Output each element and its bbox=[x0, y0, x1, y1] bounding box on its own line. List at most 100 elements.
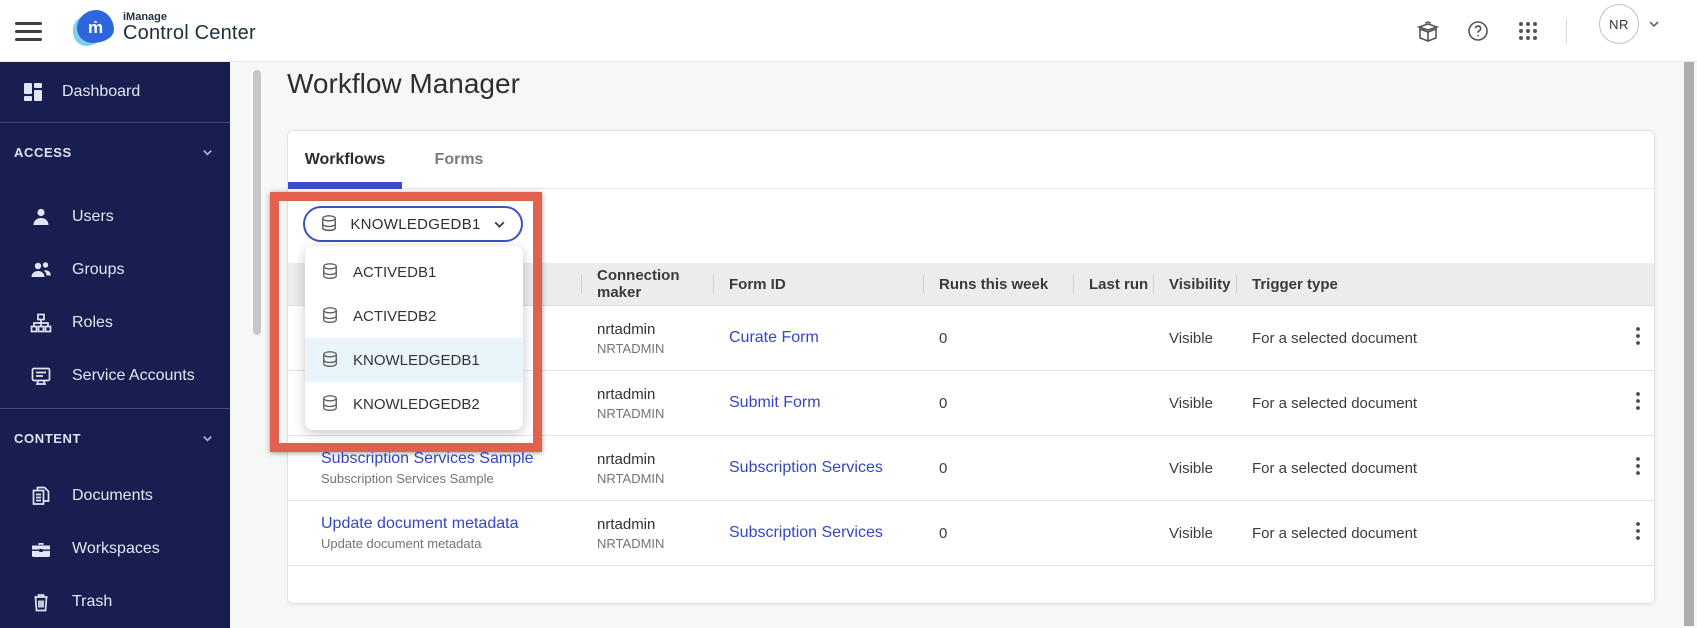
roles-hierarchy-icon bbox=[30, 313, 52, 332]
app-logo: ṁ iManage Control Center bbox=[73, 7, 256, 49]
form-id-cell: Subscription Services bbox=[713, 459, 923, 477]
row-actions-cell bbox=[1621, 325, 1654, 351]
form-id-link[interactable]: Curate Form bbox=[729, 329, 819, 346]
header-trigger-type: Trigger type bbox=[1236, 263, 1621, 305]
apps-grid-icon[interactable] bbox=[1516, 19, 1540, 43]
visibility-cell: Visible bbox=[1169, 459, 1213, 477]
sidebar-item-workspaces[interactable]: Workspaces bbox=[0, 522, 230, 575]
briefcase-icon bbox=[32, 542, 50, 557]
user-avatar[interactable]: NR bbox=[1599, 4, 1639, 44]
connection-maker-name: nrtadmin bbox=[597, 320, 656, 338]
connection-maker-library: NRTADMIN bbox=[597, 535, 665, 551]
brand-name-large: Control Center bbox=[123, 22, 256, 45]
visibility-cell: Visible bbox=[1169, 329, 1213, 347]
trash-icon bbox=[34, 593, 48, 611]
workflow-name-link[interactable]: Subscription Services Sample bbox=[321, 450, 534, 467]
header-connection-maker: Connection maker bbox=[581, 263, 713, 305]
groups-icon bbox=[31, 261, 51, 277]
form-id-cell: Submit Form bbox=[713, 394, 923, 412]
chevron-down-icon bbox=[203, 149, 212, 156]
sidebar-item-label: Workspaces bbox=[72, 539, 160, 557]
sidebar-section-access[interactable]: ACCESS bbox=[0, 135, 230, 169]
database-selector[interactable]: KNOWLEDGEDB1 bbox=[303, 206, 523, 242]
header-visibility: Visibility bbox=[1153, 263, 1236, 305]
sidebar-divider bbox=[0, 408, 230, 409]
form-id-link[interactable]: Submit Form bbox=[729, 394, 821, 411]
header-last-run: Last run bbox=[1073, 263, 1153, 305]
tab-forms[interactable]: Forms bbox=[402, 131, 516, 188]
form-id-link[interactable]: Subscription Services bbox=[729, 524, 883, 541]
sidebar-section-content[interactable]: CONTENT bbox=[0, 421, 230, 455]
sidebar-item-label: Users bbox=[72, 207, 114, 225]
sidebar-item-trash[interactable]: Trash bbox=[0, 575, 230, 628]
content-items: Documents Workspaces Trash bbox=[0, 469, 230, 628]
hamburger-menu-icon[interactable] bbox=[15, 14, 43, 48]
database-icon bbox=[323, 395, 337, 412]
tab-workflows[interactable]: Workflows bbox=[288, 131, 402, 189]
database-icon bbox=[323, 351, 337, 368]
form-id-cell: Subscription Services bbox=[713, 524, 923, 542]
dropdown-option-label: KNOWLEDGEDB2 bbox=[353, 395, 480, 413]
sidebar-item-label: Groups bbox=[72, 260, 125, 278]
sidebar-divider bbox=[0, 122, 230, 123]
chevron-down-icon bbox=[203, 435, 212, 442]
sidebar-item-documents[interactable]: Documents bbox=[0, 469, 230, 522]
workflow-name-link[interactable]: Update document metadata bbox=[321, 515, 518, 532]
workflow-name-cell: Subscription Services Sample Subscription… bbox=[288, 450, 581, 486]
connection-maker-name: nrtadmin bbox=[597, 515, 656, 533]
sidebar-item-label: Trash bbox=[72, 592, 113, 610]
row-actions-cell bbox=[1621, 390, 1654, 416]
chevron-down-icon bbox=[494, 221, 505, 228]
row-actions-kebab-icon[interactable] bbox=[1629, 325, 1647, 347]
row-actions-kebab-icon[interactable] bbox=[1629, 520, 1647, 542]
workflow-subtitle: Update document metadata bbox=[321, 536, 482, 551]
sidebar: Dashboard ACCESS Users Groups Roles Serv… bbox=[0, 62, 230, 628]
sidebar-item-groups[interactable]: Groups bbox=[0, 243, 230, 296]
imanage-logo-icon: ṁ bbox=[73, 7, 115, 49]
connection-maker-cell: nrtadmin NRTADMIN bbox=[581, 386, 713, 421]
database-icon bbox=[323, 263, 337, 280]
help-icon[interactable] bbox=[1466, 19, 1490, 43]
connection-maker-cell: nrtadmin NRTADMIN bbox=[581, 321, 713, 356]
database-selector-value: KNOWLEDGEDB1 bbox=[350, 215, 481, 233]
connection-maker-name: nrtadmin bbox=[597, 450, 656, 468]
trigger-type-cell: For a selected document bbox=[1252, 459, 1418, 477]
database-dropdown-menu: ACTIVEDB1 ACTIVEDB2 KNOWLEDGEDB1 KNOWLEDGED… bbox=[305, 246, 523, 430]
row-actions-cell bbox=[1621, 520, 1654, 546]
sidebar-item-users[interactable]: Users bbox=[0, 190, 230, 243]
dropdown-option-knowledgedb1[interactable]: KNOWLEDGEDB1 bbox=[305, 338, 523, 382]
visibility-cell: Visible bbox=[1169, 524, 1213, 542]
connection-maker-cell: nrtadmin NRTADMIN bbox=[581, 516, 713, 551]
connection-maker-library: NRTADMIN bbox=[597, 470, 665, 486]
user-icon bbox=[33, 208, 49, 225]
dropdown-option-label: ACTIVEDB2 bbox=[353, 307, 437, 325]
sidebar-item-label: Dashboard bbox=[62, 83, 141, 100]
access-items: Users Groups Roles Service Accounts bbox=[0, 190, 230, 402]
sidebar-item-dashboard[interactable]: Dashboard bbox=[0, 68, 230, 116]
trigger-type-cell: For a selected document bbox=[1252, 329, 1418, 347]
workflow-subtitle: Subscription Services Sample bbox=[321, 471, 494, 486]
section-label: ACCESS bbox=[14, 144, 72, 160]
dropdown-option-activedb2[interactable]: ACTIVEDB2 bbox=[305, 294, 523, 338]
sidebar-item-service-accounts[interactable]: Service Accounts bbox=[0, 349, 230, 402]
workflow-name-cell: Update document metadata Update document … bbox=[288, 515, 581, 551]
row-actions-kebab-icon[interactable] bbox=[1629, 455, 1647, 477]
dropdown-option-label: KNOWLEDGEDB1 bbox=[353, 351, 480, 369]
header-runs-this-week: Runs this week bbox=[923, 263, 1073, 305]
table-row: Subscription Services Sample Subscription… bbox=[288, 436, 1654, 501]
form-id-link[interactable]: Subscription Services bbox=[729, 459, 883, 476]
header-actions bbox=[1621, 263, 1654, 305]
sidebar-item-roles[interactable]: Roles bbox=[0, 296, 230, 349]
page-scrollbar[interactable] bbox=[1684, 62, 1694, 626]
dropdown-option-activedb1[interactable]: ACTIVEDB1 bbox=[305, 250, 523, 294]
whats-new-gift-icon[interactable] bbox=[1416, 19, 1440, 43]
row-actions-kebab-icon[interactable] bbox=[1629, 390, 1647, 412]
trigger-type-cell: For a selected document bbox=[1252, 524, 1418, 542]
database-icon bbox=[323, 307, 337, 324]
runs-this-week-cell: 0 bbox=[939, 459, 948, 477]
account-chevron-down-icon[interactable] bbox=[1647, 17, 1661, 31]
dropdown-option-knowledgedb2[interactable]: KNOWLEDGEDB2 bbox=[305, 382, 523, 426]
sidebar-item-label: Documents bbox=[72, 486, 153, 504]
sidebar-scrollbar[interactable] bbox=[253, 70, 261, 335]
dropdown-option-label: ACTIVEDB1 bbox=[353, 263, 437, 281]
